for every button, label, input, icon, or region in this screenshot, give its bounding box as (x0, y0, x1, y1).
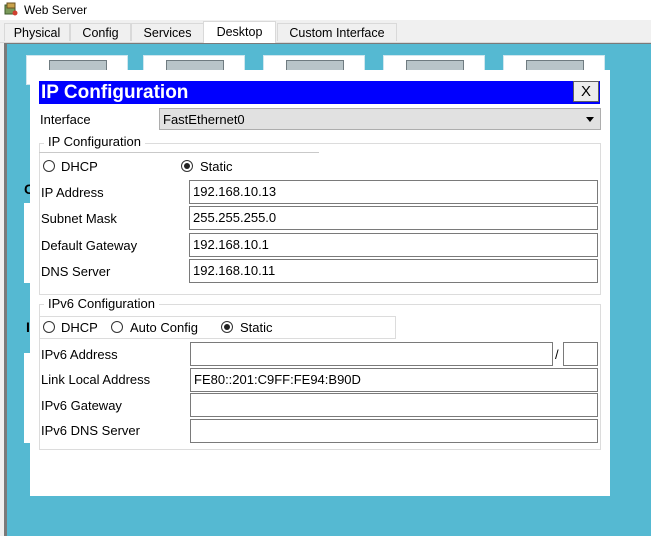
prefix-separator: / (555, 347, 559, 362)
desktop-left-border (4, 43, 7, 536)
interface-select-value: FastEthernet0 (163, 112, 245, 127)
subnet-mask-field[interactable]: 255.255.255.0 (189, 206, 598, 230)
ipv6-address-field[interactable] (190, 342, 553, 366)
ipv6-prefix-field[interactable] (563, 342, 598, 366)
ipv4-dhcp-radio[interactable] (43, 160, 55, 172)
web-server-icon (4, 2, 18, 16)
ipv6-auto-config-radio[interactable] (111, 321, 123, 333)
ipv6-dns-server-field[interactable] (190, 419, 598, 443)
window-title: Web Server (24, 3, 88, 17)
chevron-down-icon (586, 117, 594, 122)
ipv4-group-title: IP Configuration (44, 134, 145, 149)
ipv4-title-separator (39, 152, 319, 153)
ipv4-dhcp-label: DHCP (61, 159, 98, 174)
desktop-top-border (4, 43, 651, 44)
ipv6-address-label: IPv6 Address (41, 347, 118, 362)
tab-services[interactable]: Services (131, 23, 204, 41)
ipv6-auto-config-label: Auto Config (130, 320, 198, 335)
ipv6-group-title: IPv6 Configuration (44, 296, 159, 311)
dns-server-label: DNS Server (41, 264, 111, 279)
ip-configuration-dialog: IP Configuration X Interface FastEtherne… (30, 70, 610, 496)
interface-label: Interface (40, 112, 91, 127)
ipv6-gateway-field[interactable] (190, 393, 598, 417)
link-local-address-field[interactable]: FE80::201:C9FF:FE94:B90D (190, 368, 598, 392)
dns-server-field[interactable]: 192.168.10.11 (189, 259, 598, 283)
tab-physical[interactable]: Physical (4, 23, 70, 41)
ipv4-static-radio[interactable] (181, 160, 193, 172)
ip-address-label: IP Address (41, 185, 104, 200)
close-button[interactable]: X (573, 81, 599, 102)
tab-desktop[interactable]: Desktop (203, 21, 276, 43)
tab-custom-interface[interactable]: Custom Interface (277, 23, 397, 41)
dialog-title-bar: IP Configuration (39, 81, 600, 104)
ipv6-dhcp-label: DHCP (61, 320, 98, 335)
ipv6-static-radio[interactable] (221, 321, 233, 333)
ip-address-field[interactable]: 192.168.10.13 (189, 180, 598, 204)
interface-select[interactable]: FastEthernet0 (159, 108, 601, 130)
default-gateway-label: Default Gateway (41, 238, 138, 253)
tab-config[interactable]: Config (70, 23, 131, 41)
ipv6-dns-server-label: IPv6 DNS Server (41, 423, 140, 438)
subnet-mask-label: Subnet Mask (41, 211, 117, 226)
ipv6-gateway-label: IPv6 Gateway (41, 398, 122, 413)
tab-strip: Physical Config Services Desktop Custom … (0, 21, 651, 43)
link-local-address-label: Link Local Address (41, 372, 151, 387)
ipv4-static-label: Static (200, 159, 233, 174)
dialog-title: IP Configuration (41, 82, 189, 103)
ipv6-dhcp-radio[interactable] (43, 321, 55, 333)
ipv6-static-label: Static (240, 320, 273, 335)
default-gateway-field[interactable]: 192.168.10.1 (189, 233, 598, 257)
window-title-bar: Web Server (0, 0, 651, 20)
